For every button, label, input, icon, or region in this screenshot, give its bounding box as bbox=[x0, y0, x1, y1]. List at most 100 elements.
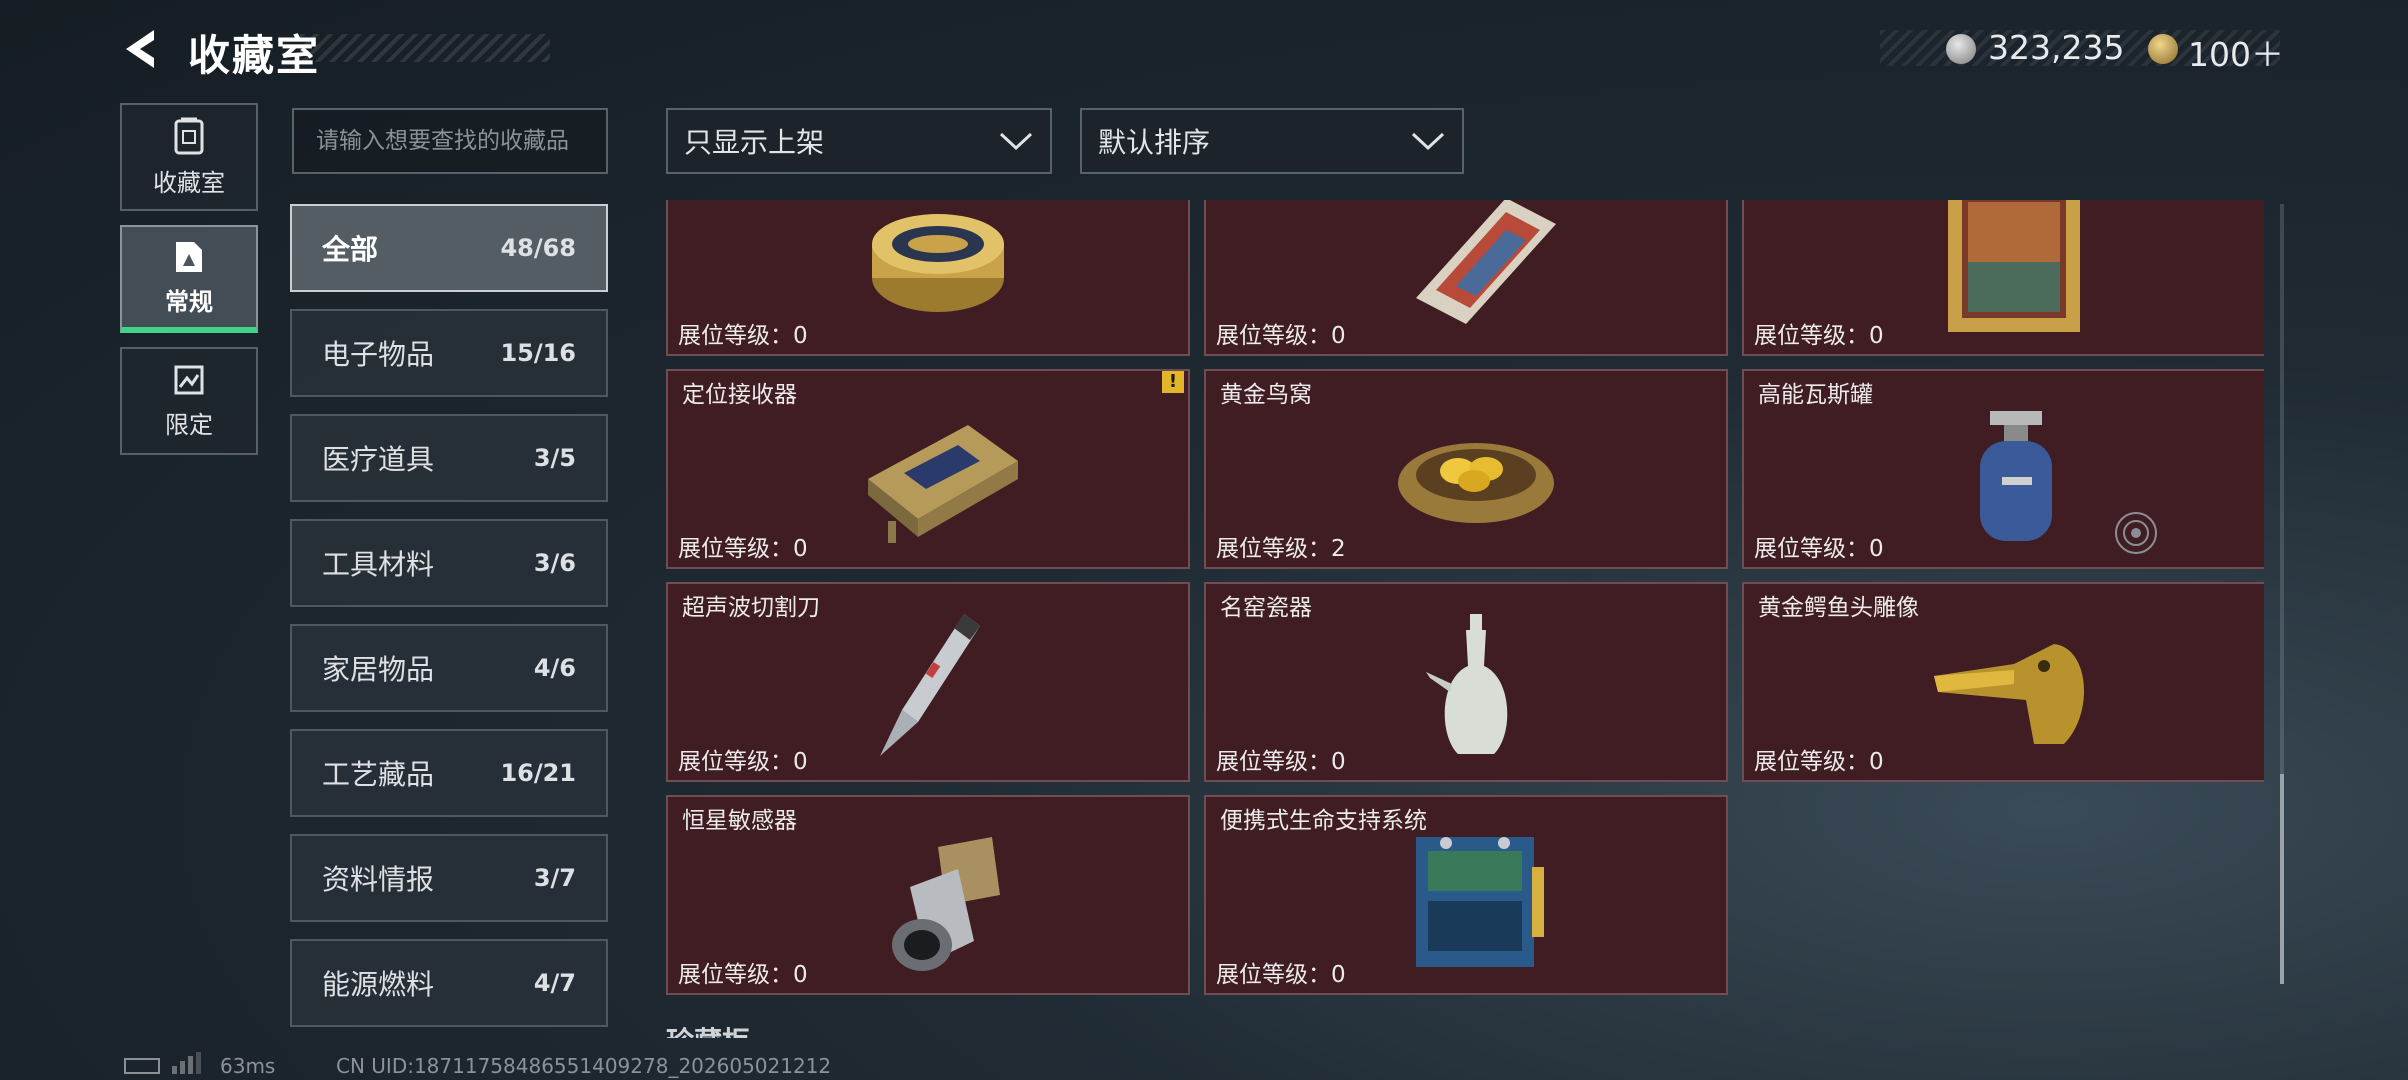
category-medical[interactable]: 医疗道具 3/5 bbox=[290, 414, 608, 502]
star-sensor-icon bbox=[892, 837, 1000, 971]
sort-dropdown[interactable]: 默认排序 bbox=[1080, 108, 1464, 174]
back-arrow-icon[interactable] bbox=[118, 26, 164, 72]
category-name: 家居物品 bbox=[322, 653, 435, 686]
item-level-label: 展位等级： bbox=[1754, 323, 1869, 349]
collection-room-icon bbox=[174, 117, 204, 154]
category-count: 3/6 bbox=[533, 549, 576, 577]
title-decoration bbox=[300, 34, 550, 62]
dropdown-value: 默认排序 bbox=[1098, 126, 1211, 159]
category-electronics[interactable]: 电子物品 15/16 bbox=[290, 309, 608, 397]
item-card[interactable]: 名窑瓷器 展位等级：0 bbox=[1204, 582, 1728, 782]
item-card[interactable]: 便携式生命支持系统 展位等级：0 bbox=[1204, 795, 1728, 995]
nav-collection-room[interactable]: 收藏室 bbox=[120, 103, 258, 211]
item-level-value: 0 bbox=[1869, 536, 1884, 562]
decorated-card-icon bbox=[1416, 200, 1556, 324]
item-card[interactable]: 黄金鸟窝 展位等级：2 bbox=[1204, 369, 1728, 569]
item-level-label: 展位等级： bbox=[1216, 323, 1331, 349]
item-level-label: 展位等级： bbox=[678, 536, 793, 562]
category-name: 工艺藏品 bbox=[322, 758, 435, 791]
page-title: 收藏室 bbox=[188, 31, 321, 80]
item-level-label: 展位等级： bbox=[1216, 536, 1331, 562]
item-card[interactable]: 黄金鳄鱼头雕像 展位等级：0 bbox=[1742, 582, 2264, 782]
golden-nest-icon bbox=[1398, 443, 1554, 523]
chevron-down-icon bbox=[1411, 132, 1445, 151]
gold-coin-icon bbox=[2148, 34, 2178, 64]
gps-receiver-icon bbox=[868, 425, 1018, 543]
category-name: 工具材料 bbox=[322, 548, 435, 581]
category-household[interactable]: 家居物品 4/6 bbox=[290, 624, 608, 712]
item-level-value: 0 bbox=[793, 323, 808, 349]
item-level-value: 0 bbox=[793, 749, 808, 775]
gas-canister-icon bbox=[1980, 411, 2052, 541]
signal-icon bbox=[172, 1052, 201, 1074]
item-name: 名窑瓷器 bbox=[1220, 595, 1312, 621]
category-count: 4/7 bbox=[533, 969, 576, 997]
framed-painting-icon bbox=[1948, 200, 2080, 332]
category-crafts[interactable]: 工艺藏品 16/21 bbox=[290, 729, 608, 817]
nav-limited[interactable]: 限定 bbox=[120, 347, 258, 455]
nav-regular[interactable]: 常规 bbox=[120, 225, 258, 333]
item-card[interactable]: 恒星敏感器 展位等级：0 bbox=[666, 795, 1190, 995]
ping-display: 63ms bbox=[220, 1054, 276, 1078]
item-level-value: 0 bbox=[793, 536, 808, 562]
user-uid: CN UID:18711758486551409278_202605021212 bbox=[336, 1054, 832, 1078]
scrollbar-thumb[interactable] bbox=[2280, 774, 2284, 984]
item-card[interactable]: 定位接收器 ! 展位等级：0 bbox=[666, 369, 1190, 569]
nav-label: 常规 bbox=[165, 287, 213, 316]
search-input[interactable] bbox=[292, 108, 608, 174]
item-name: 高能瓦斯罐 bbox=[1758, 382, 1873, 408]
item-name: 超声波切割刀 bbox=[682, 595, 820, 621]
category-count: 16/21 bbox=[500, 759, 576, 787]
category-energy[interactable]: 能源燃料 4/7 bbox=[290, 939, 608, 1027]
item-level-label: 展位等级： bbox=[678, 323, 793, 349]
battery-icon bbox=[124, 1058, 160, 1074]
item-name: 恒星敏感器 bbox=[682, 808, 797, 834]
regular-icon bbox=[176, 241, 202, 272]
shelf-filter-dropdown[interactable]: 只显示上架 bbox=[666, 108, 1052, 174]
item-name: 定位接收器 bbox=[682, 382, 797, 408]
nav-label: 收藏室 bbox=[153, 168, 225, 197]
item-level-value: 0 bbox=[1331, 323, 1346, 349]
category-count: 15/16 bbox=[500, 339, 576, 367]
category-count: 3/7 bbox=[533, 864, 576, 892]
nav-label: 限定 bbox=[165, 410, 213, 439]
item-level-label: 展位等级： bbox=[1754, 536, 1869, 562]
category-name: 电子物品 bbox=[322, 338, 435, 371]
category-name: 全部 bbox=[322, 233, 379, 266]
category-name: 能源燃料 bbox=[322, 968, 435, 1001]
silver-coin-amount: 323,235 bbox=[1988, 28, 2125, 67]
item-level-value: 0 bbox=[793, 962, 808, 988]
limited-icon bbox=[174, 365, 204, 394]
item-card[interactable]: 展位等级：0 bbox=[1204, 200, 1728, 356]
item-card[interactable]: 展位等级：0 bbox=[1742, 200, 2264, 356]
collection-grid: 展位等级：0 展位等级：0 展位等级：0 定位接收器 ! 展位等级：0 黄金鸟窝… bbox=[664, 200, 2264, 1035]
category-intel[interactable]: 资料情报 3/7 bbox=[290, 834, 608, 922]
target-icon[interactable] bbox=[2112, 509, 2160, 557]
gold-crocodile-head-icon bbox=[1934, 644, 2085, 744]
item-level-label: 展位等级： bbox=[678, 962, 793, 988]
category-all[interactable]: 全部 48/68 bbox=[290, 204, 608, 292]
porcelain-vase-icon bbox=[1426, 614, 1508, 754]
item-name: 黄金鸟窝 bbox=[1220, 382, 1312, 408]
category-count: 4/6 bbox=[533, 654, 576, 682]
category-tools[interactable]: 工具材料 3/6 bbox=[290, 519, 608, 607]
item-level-label: 展位等级： bbox=[1216, 962, 1331, 988]
chevron-down-icon bbox=[999, 132, 1033, 151]
warning-icon[interactable]: ! bbox=[1162, 371, 1184, 393]
item-level-value: 0 bbox=[1331, 962, 1346, 988]
item-card[interactable]: 超声波切割刀 展位等级：0 bbox=[666, 582, 1190, 782]
item-level-label: 展位等级： bbox=[1216, 749, 1331, 775]
caviar-tin-icon bbox=[872, 214, 1004, 312]
gold-coin-amount[interactable]: 100＋ bbox=[2188, 28, 2284, 76]
dropdown-value: 只显示上架 bbox=[684, 126, 825, 159]
category-count: 3/5 bbox=[533, 444, 576, 472]
item-card[interactable]: 展位等级：0 bbox=[666, 200, 1190, 356]
category-count: 48/68 bbox=[500, 234, 576, 262]
category-name: 医疗道具 bbox=[322, 443, 435, 476]
next-section-title: 珍藏柜 bbox=[666, 1020, 750, 1038]
item-level-value: 0 bbox=[1869, 749, 1884, 775]
item-card[interactable]: 高能瓦斯罐 展位等级：0 bbox=[1742, 369, 2264, 569]
item-level-value: 0 bbox=[1331, 749, 1346, 775]
item-level-label: 展位等级： bbox=[1754, 749, 1869, 775]
item-level-value: 0 bbox=[1869, 323, 1884, 349]
